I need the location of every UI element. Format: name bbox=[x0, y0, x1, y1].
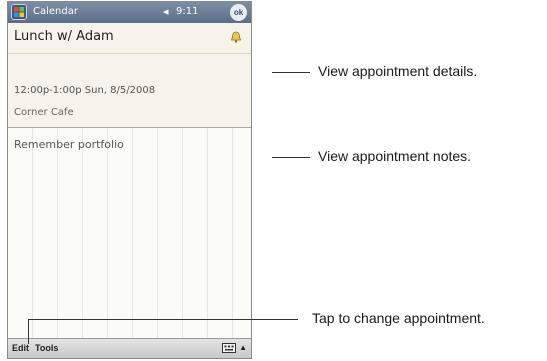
appointment-summary[interactable]: Lunch w/ Adam 12:00p-1:00p Sun, 8/5/2008… bbox=[8, 23, 251, 128]
reminder-bell-icon bbox=[229, 30, 243, 49]
input-selector-arrow-icon[interactable]: ▲ bbox=[239, 343, 247, 353]
speaker-icon[interactable]: ◂⁢ bbox=[163, 6, 169, 18]
clock[interactable]: 9:11 bbox=[176, 6, 198, 17]
edit-menu-button[interactable]: Edit bbox=[12, 343, 29, 353]
callout-edit: Tap to change appointment. bbox=[312, 310, 485, 326]
title-bar: Calendar ◂⁢ 9:11 ok bbox=[8, 2, 251, 23]
callout-line-edit-drop bbox=[28, 319, 29, 344]
callout-line-notes bbox=[272, 157, 310, 158]
appointment-time: 12:00p-1:00p Sun, 8/5/2008 bbox=[14, 85, 156, 96]
appointment-subject: Lunch w/ Adam bbox=[14, 29, 114, 44]
callout-line-edit bbox=[28, 319, 298, 320]
appointment-notes[interactable]: Remember portfolio bbox=[8, 128, 251, 341]
callout-notes: View appointment notes. bbox=[318, 148, 472, 164]
header-divider bbox=[8, 53, 251, 54]
notes-text: Remember portfolio bbox=[14, 138, 124, 151]
start-menu-button[interactable] bbox=[11, 4, 27, 20]
ok-button[interactable]: ok bbox=[230, 4, 247, 21]
menu-bar: Edit Tools ▲ bbox=[8, 338, 251, 358]
pocket-pc-screen: Calendar ◂⁢ 9:11 ok Lunch w/ Adam 12:00p… bbox=[7, 1, 252, 359]
app-title: Calendar bbox=[33, 6, 78, 17]
appointment-location: Corner Cafe bbox=[14, 107, 74, 118]
windows-flag-icon bbox=[14, 7, 24, 17]
callout-line-details bbox=[272, 72, 310, 73]
tools-menu-button[interactable]: Tools bbox=[35, 343, 58, 353]
keyboard-icon[interactable] bbox=[222, 342, 236, 356]
callout-details: View appointment details. bbox=[318, 63, 478, 79]
